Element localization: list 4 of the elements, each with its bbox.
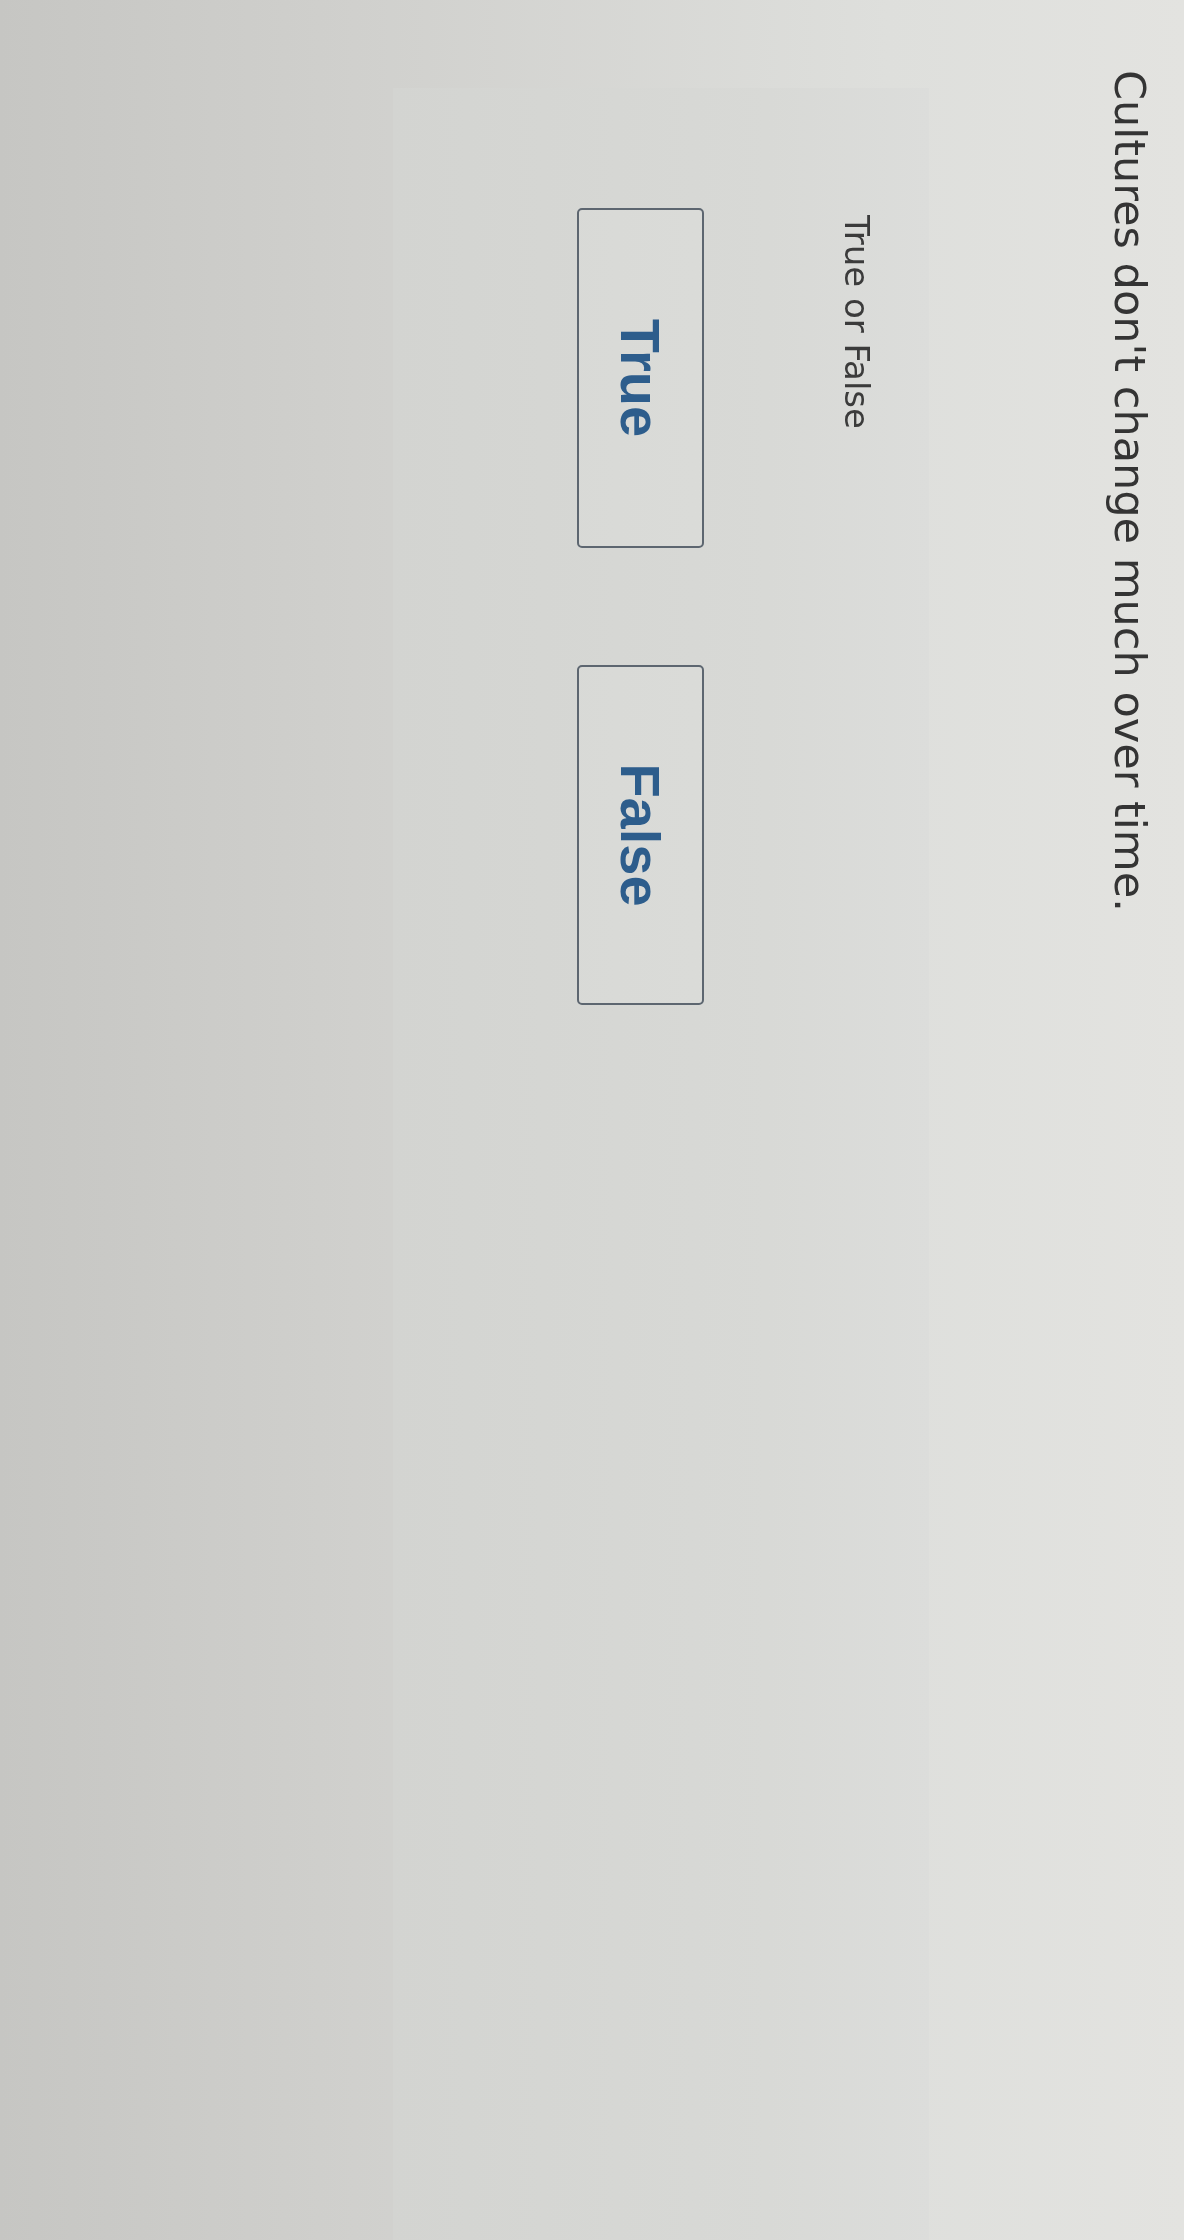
question-type-label: True or False — [836, 215, 878, 429]
answer-button[interactable]: True — [576, 208, 704, 548]
question-text: Cultures don't change much over time. — [1104, 70, 1155, 912]
answer-button[interactable]: False — [576, 665, 704, 1005]
